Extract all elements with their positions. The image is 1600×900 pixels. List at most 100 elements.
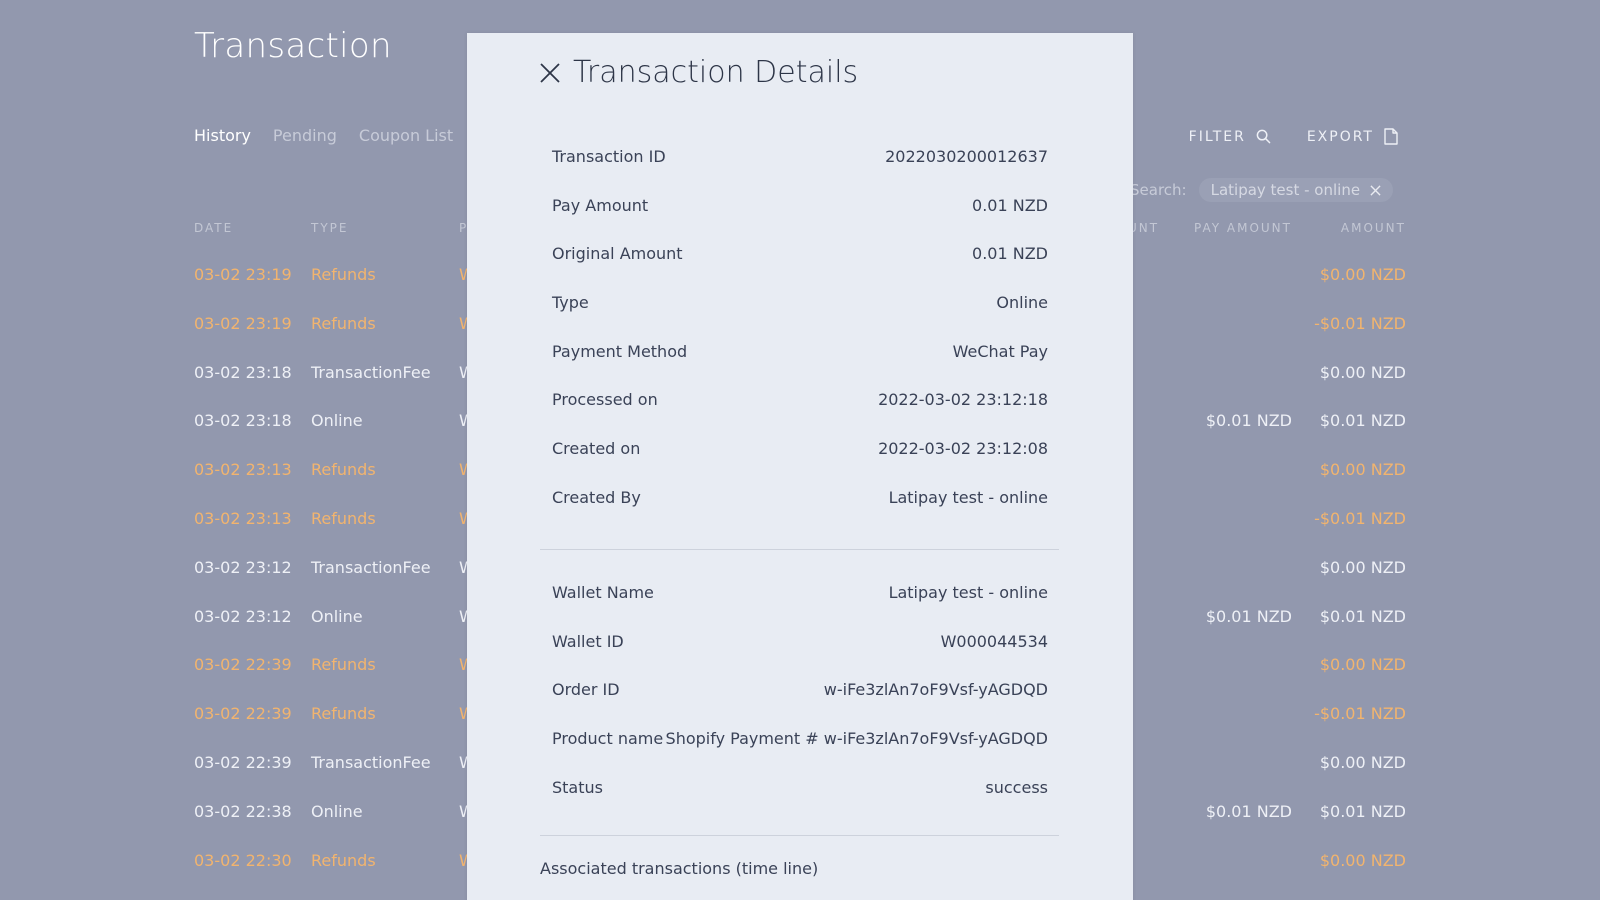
page-title: Transaction [194, 26, 392, 66]
cell-type: TransactionFee [311, 362, 431, 382]
detail-value: 2022-03-02 23:12:18 [878, 390, 1048, 410]
cell-date: 03-02 23:12 [194, 557, 292, 577]
search-label: Search: [1130, 181, 1187, 199]
cell-amount: $0.00 NZD [1319, 850, 1406, 870]
detail-label: Pay Amount [552, 195, 649, 215]
cell-amount: $0.00 NZD [1319, 655, 1406, 675]
cell-type: Refunds [311, 313, 376, 333]
modal-header: Transaction Details [539, 55, 858, 90]
detail-label: Product name [552, 728, 664, 748]
detail-value: Latipay test - online [888, 582, 1048, 602]
cell-date: 03-02 23:13 [194, 509, 292, 528]
search-icon [1256, 129, 1271, 144]
cell-amount: -$0.01 NZD [1314, 704, 1406, 724]
header-type: TYPE [311, 221, 349, 235]
file-icon [1384, 128, 1398, 145]
search-chip-label: Latipay test - online [1210, 181, 1361, 199]
close-icon[interactable] [539, 62, 561, 84]
detail-row: Order ID w-iFe3zlAn7oF9Vsf-yAGDQD [552, 665, 1048, 714]
cell-amount: -$0.01 NZD [1314, 509, 1406, 528]
cell-amount: $0.00 NZD [1319, 753, 1406, 772]
cell-amount: -$0.01 NZD [1314, 313, 1406, 333]
modal-title: Transaction Details [573, 55, 859, 90]
divider [540, 549, 1059, 550]
cell-type: Refunds [311, 509, 376, 528]
cell-date: 03-02 23:19 [194, 313, 292, 333]
cell-type: Online [311, 606, 363, 626]
detail-row: Wallet Name Latipay test - online [552, 568, 1048, 617]
detail-row: Payment Method WeChat Pay [552, 327, 1048, 376]
details-section-wallet: Wallet Name Latipay test - online Wallet I… [552, 568, 1048, 811]
cell-pay-amount: $0.01 NZD [1205, 411, 1292, 431]
cell-type: Refunds [311, 704, 376, 724]
detail-row: Created By Latipay test - online [552, 473, 1048, 522]
cell-amount: $0.00 NZD [1319, 557, 1406, 577]
detail-label: Type [552, 292, 589, 312]
cell-amount: $0.00 NZD [1319, 460, 1406, 480]
detail-row: Type Online [552, 278, 1048, 327]
filter-button[interactable]: FILTER [1189, 128, 1271, 145]
cell-type: Online [311, 801, 363, 821]
search-chip[interactable]: Latipay test - online [1198, 178, 1394, 202]
detail-row: Wallet ID W000044534 [552, 617, 1048, 666]
cell-amount: $0.01 NZD [1319, 411, 1406, 431]
detail-value: Shopify Payment # w-iFe3zlAn7oF9Vsf-yAGD… [665, 728, 1048, 748]
cell-date: 03-02 22:38 [194, 801, 292, 821]
cell-date: 03-02 23:19 [194, 265, 292, 284]
detail-row: Processed on 2022-03-02 23:12:18 [552, 375, 1048, 424]
header-amount: AMOUNT [1340, 221, 1406, 235]
export-button[interactable]: EXPORT [1307, 128, 1398, 145]
detail-row: Status success [552, 763, 1048, 812]
cell-date: 03-02 23:12 [194, 606, 292, 626]
detail-value: 2022-03-02 23:12:08 [878, 438, 1048, 458]
tabs: History Pending Coupon List [194, 126, 453, 145]
detail-label: Payment Method [552, 341, 688, 361]
detail-value: WeChat Pay [952, 341, 1048, 361]
associated-transactions-heading: Associated transactions (time line) [540, 859, 819, 878]
detail-value: 0.01 NZD [972, 244, 1048, 264]
detail-row: Created on 2022-03-02 23:12:08 [552, 424, 1048, 473]
detail-row: Product name Shopify Payment # w-iFe3zlAn… [552, 714, 1048, 763]
filter-label: FILTER [1188, 128, 1246, 145]
cell-type: Online [311, 411, 363, 431]
detail-label: Created on [552, 438, 641, 458]
divider [540, 835, 1059, 836]
detail-label: Transaction ID [552, 146, 666, 166]
cell-amount: $0.00 NZD [1319, 265, 1406, 284]
cell-date: 03-02 23:13 [194, 460, 292, 480]
cell-date: 03-02 22:39 [194, 753, 292, 772]
detail-value: 0.01 NZD [972, 195, 1048, 215]
detail-value: Latipay test - online [888, 487, 1048, 507]
cell-type: Refunds [311, 265, 376, 284]
details-section-transaction: Transaction ID 2022030200012637 Pay Amount… [552, 132, 1048, 522]
detail-value: w-iFe3zlAn7oF9Vsf-yAGDQD [823, 680, 1048, 700]
detail-row: Pay Amount 0.01 NZD [552, 181, 1048, 230]
detail-label: Wallet Name [552, 582, 654, 602]
cell-date: 03-02 23:18 [194, 411, 292, 431]
cell-type: Refunds [311, 850, 376, 870]
cell-type: TransactionFee [311, 557, 431, 577]
cell-pay-amount: $0.01 NZD [1205, 801, 1292, 821]
export-label: EXPORT [1306, 128, 1374, 145]
header-pay-amount: PAY AMOUNT [1194, 221, 1292, 235]
cell-type: Refunds [311, 460, 376, 480]
detail-value: 2022030200012637 [885, 146, 1048, 166]
tab-history[interactable]: History [194, 126, 251, 145]
detail-label: Processed on [552, 390, 658, 410]
tab-coupon-list[interactable]: Coupon List [359, 126, 453, 145]
tab-pending[interactable]: Pending [273, 126, 337, 145]
detail-value: W000044534 [940, 631, 1048, 651]
detail-value: success [985, 777, 1048, 797]
cell-amount: $0.01 NZD [1319, 606, 1406, 626]
chip-close-icon[interactable] [1370, 184, 1381, 196]
detail-row: Original Amount 0.01 NZD [552, 229, 1048, 278]
cell-pay-amount: $0.01 NZD [1205, 606, 1292, 626]
cell-date: 03-02 23:18 [194, 362, 292, 382]
cell-date: 03-02 22:39 [194, 704, 292, 724]
detail-label: Status [552, 777, 603, 797]
cell-date: 03-02 22:39 [194, 655, 292, 675]
detail-row: Transaction ID 2022030200012637 [552, 132, 1048, 181]
detail-label: Original Amount [552, 244, 683, 264]
detail-value: Online [996, 292, 1048, 312]
detail-label: Created By [552, 487, 641, 507]
